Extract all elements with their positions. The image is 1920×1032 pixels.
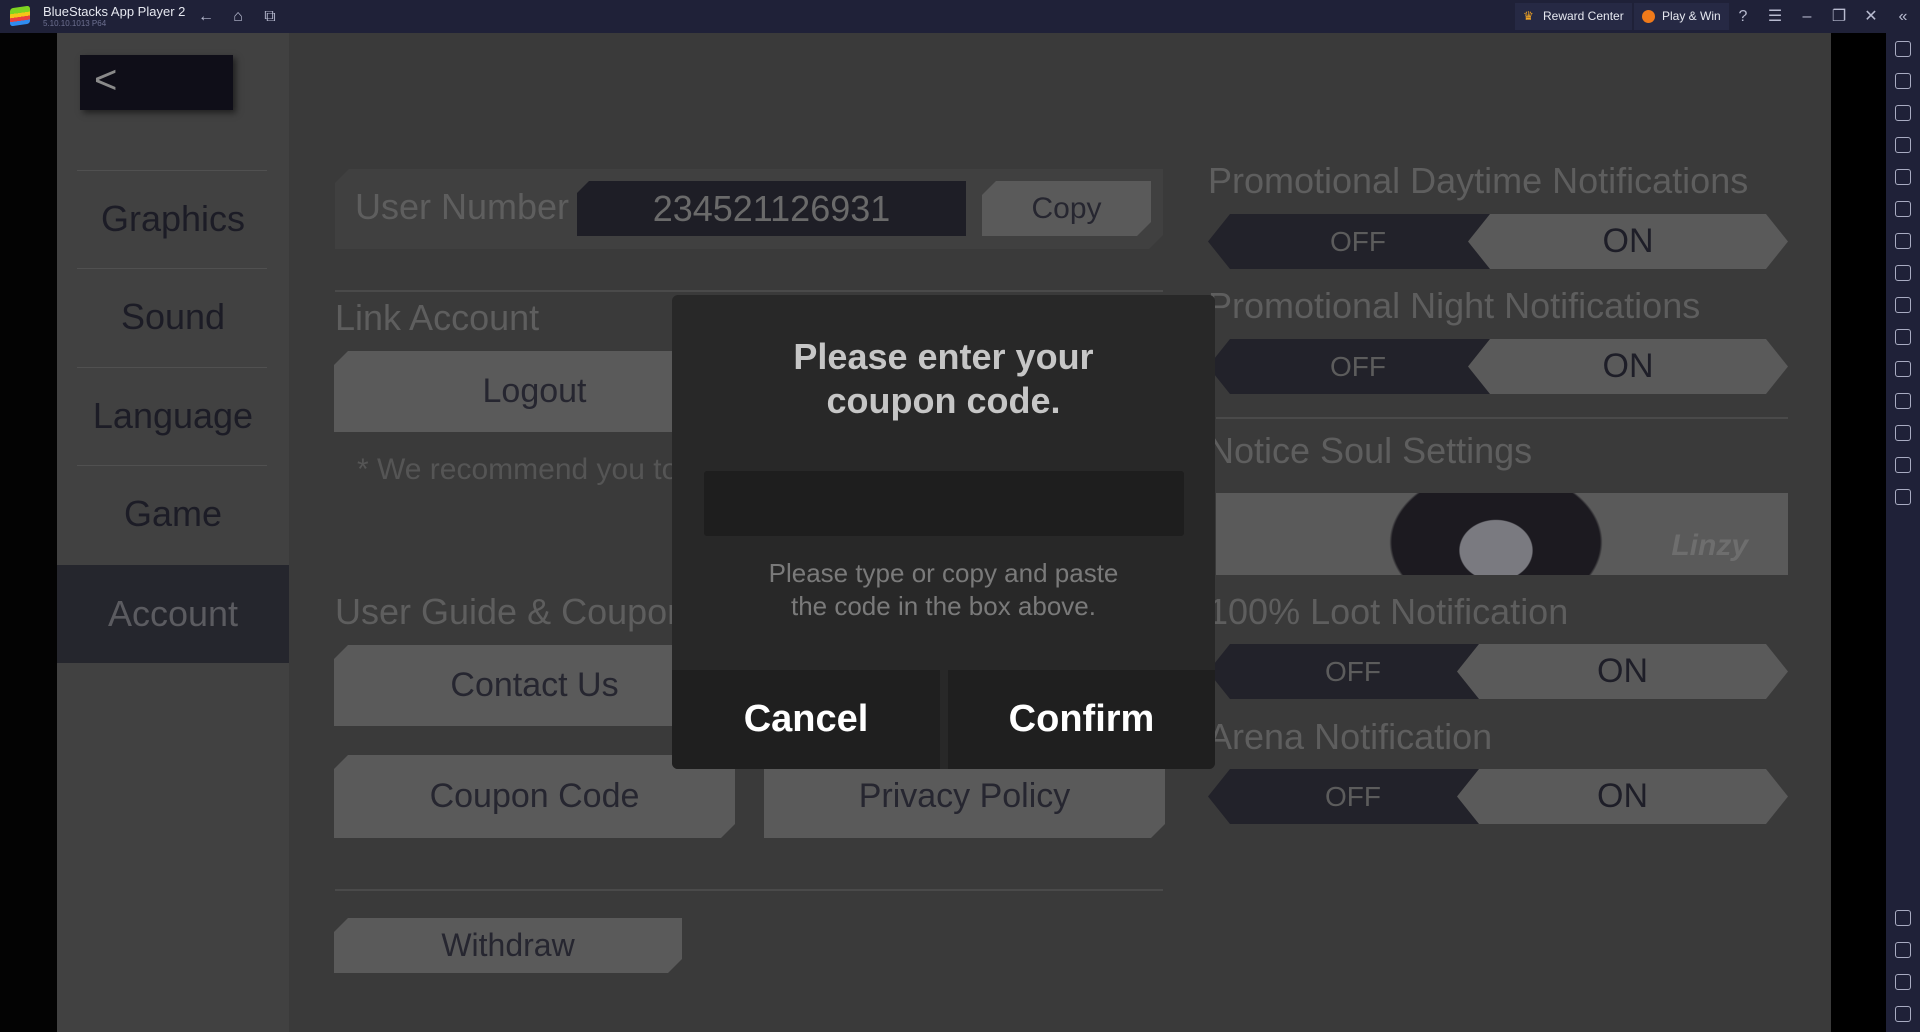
folder-icon[interactable] [1895,329,1911,345]
rotate-icon[interactable] [1895,169,1911,185]
dialog-help-text: Please type or copy and paste the code i… [768,558,1119,621]
night-notifications-title: Promotional Night Notifications [1208,285,1701,326]
toggle-on-option[interactable]: ON [1457,769,1788,824]
settings-sidebar: < Graphics Sound Language Game Account [57,33,289,1032]
sidebar-item-sound[interactable]: Sound [57,268,289,366]
play-win-button[interactable]: Play & Win [1634,3,1729,30]
game-screen[interactable]: < Graphics Sound Language Game Account U… [57,33,1831,1032]
collapse-sidebar-icon[interactable]: « [1893,7,1913,27]
back-arrow-icon[interactable]: ← [196,7,216,27]
night-notifications-toggle[interactable]: OFF ON [1208,339,1788,394]
daytime-notifications-title: Promotional Daytime Notifications [1208,160,1749,201]
screenshot-capture-icon[interactable] [1895,265,1911,281]
performance-icon[interactable] [1895,489,1911,505]
toggle-off-option[interactable]: OFF [1208,644,1498,699]
sidebar-item-graphics[interactable]: Graphics [57,170,289,268]
crown-icon: ♛ [1523,9,1534,23]
withdraw-button[interactable]: Withdraw [334,918,682,973]
confirm-button[interactable]: Confirm [948,670,1215,769]
app-title: BlueStacks App Player 2 [43,4,186,19]
user-number-label: User Number [355,186,570,227]
menu-icon[interactable]: ☰ [1765,7,1785,27]
layers-icon[interactable] [1895,457,1911,473]
help-icon[interactable]: ? [1733,7,1753,27]
eco-mode-icon[interactable] [1895,393,1911,409]
right-border [1831,33,1886,1032]
toggle-off-option[interactable]: OFF [1208,214,1508,269]
copy-button[interactable]: Copy [982,181,1151,236]
screenshot-icon[interactable] [1895,297,1911,313]
coupon-code-input[interactable] [704,471,1184,536]
toggle-on-option[interactable]: ON [1468,214,1788,269]
dialog-title: Please enter your coupon code. [793,336,1094,421]
macro-icon[interactable] [1895,233,1911,249]
recent-apps-icon[interactable] [1895,1006,1911,1022]
play-win-label: Play & Win [1662,9,1721,23]
location-icon[interactable] [1895,425,1911,441]
cancel-button[interactable]: Cancel [672,670,940,769]
sidebar-item-game[interactable]: Game [57,465,289,563]
title-bar: BlueStacks App Player 2 5.10.10.1013 P64… [0,0,1920,33]
user-number-value: 234521126931 [577,181,966,236]
toggle-off-option[interactable]: OFF [1208,769,1498,824]
restore-icon[interactable]: ❐ [1829,7,1849,27]
notice-soul-title: Notice Soul Settings [1208,430,1533,471]
keyboard-icon[interactable] [1895,137,1911,153]
sync-icon[interactable] [1895,201,1911,217]
character-portrait [1366,493,1626,575]
divider [335,290,1163,292]
recommend-note: * We recommend you to [357,453,679,486]
toggle-off-option[interactable]: OFF [1208,339,1508,394]
sidebar-item-language[interactable]: Language [57,367,289,465]
coupon-dialog: Please enter your coupon code. Please ty… [672,295,1215,769]
sidebar-item-account[interactable]: Account [57,565,289,663]
minimize-icon[interactable]: – [1797,7,1817,27]
home-icon[interactable] [1895,974,1911,990]
toggle-on-option[interactable]: ON [1468,339,1788,394]
left-border [0,33,57,1032]
settings-icon[interactable] [1895,910,1911,926]
divider [1216,417,1788,419]
fullscreen-icon[interactable] [1895,41,1911,57]
toggle-on-option[interactable]: ON [1457,644,1788,699]
multi-instance-icon[interactable] [1895,361,1911,377]
home-icon[interactable]: ⌂ [228,7,248,27]
right-toolbar [1886,33,1920,1032]
loot-notification-title: 100% Loot Notification [1208,591,1569,632]
back-button[interactable]: < [80,55,233,110]
media-icon[interactable] [1895,105,1911,121]
volume-icon[interactable] [1895,73,1911,89]
back-icon[interactable] [1895,942,1911,958]
soul-name: Linzy [1671,529,1748,562]
close-icon[interactable]: ✕ [1861,7,1881,27]
link-account-title: Link Account [335,297,540,338]
app-version: 5.10.10.1013 P64 [43,19,107,28]
multi-window-icon[interactable]: ⧉ [260,7,280,27]
chevron-left-icon: < [94,58,118,102]
arena-notification-toggle[interactable]: OFF ON [1208,769,1788,824]
bluestacks-logo-icon [10,5,30,27]
star-badge-icon [1642,10,1655,23]
user-guide-title: User Guide & Coupons [335,591,706,632]
loot-notification-toggle[interactable]: OFF ON [1208,644,1788,699]
daytime-notifications-toggle[interactable]: OFF ON [1208,214,1788,269]
arena-notification-title: Arena Notification [1208,716,1493,757]
soul-selector[interactable]: Linzy [1216,493,1788,575]
divider [335,889,1163,891]
reward-center-label: Reward Center [1543,9,1624,23]
reward-center-button[interactable]: ♛ Reward Center [1515,3,1632,30]
